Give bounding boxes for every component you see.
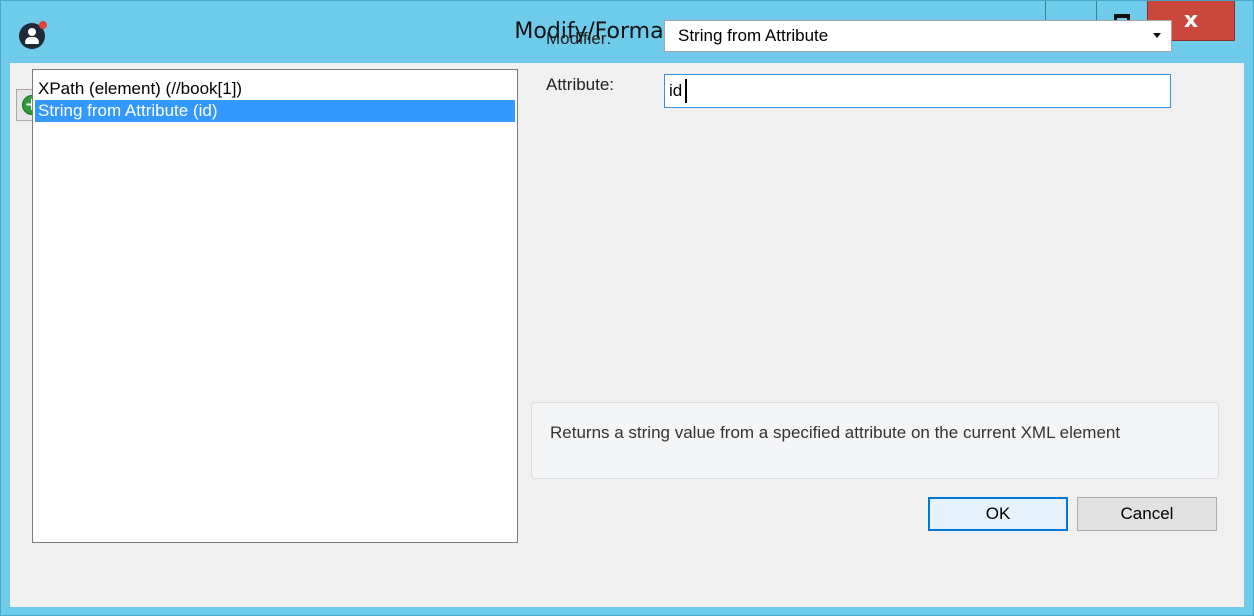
- list-item-selected[interactable]: String from Attribute (id): [35, 100, 515, 122]
- description-text: Returns a string value from a specified …: [550, 423, 1121, 442]
- cancel-button[interactable]: Cancel: [1077, 497, 1217, 531]
- description-panel: Returns a string value from a specified …: [531, 402, 1219, 479]
- modifier-label: Modifier:: [546, 29, 612, 48]
- ok-button[interactable]: OK: [928, 497, 1068, 531]
- chevron-down-icon: [1153, 33, 1161, 38]
- modifier-dropdown[interactable]: String from Attribute: [664, 20, 1172, 52]
- attribute-label: Attribute:: [546, 75, 615, 94]
- modifier-selected-value: String from Attribute: [678, 26, 829, 45]
- list-item[interactable]: XPath (element) (//book[1]): [35, 78, 515, 100]
- modifier-list[interactable]: XPath (element) (//book[1]) String from …: [32, 69, 518, 543]
- dialog-window: Modify/Format Value x + ✕ XPath (eleme: [0, 0, 1254, 616]
- attribute-input[interactable]: [664, 74, 1171, 108]
- close-icon: x: [1183, 8, 1199, 33]
- text-caret: [685, 79, 687, 103]
